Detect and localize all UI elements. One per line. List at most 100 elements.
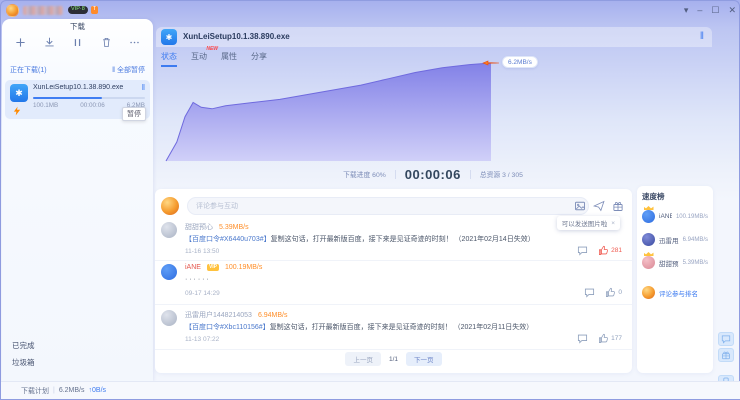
commenter-avatar [161,264,177,280]
send-icon[interactable] [593,200,605,212]
pause-icon: ‖ [112,67,115,74]
activity-gift-button[interactable] [718,348,734,362]
like-button[interactable]: 281 [598,245,622,256]
sidebar-item-completed[interactable]: 已完成 [12,340,35,351]
comment-time: 09-17 14:29 [185,290,220,297]
plan-clock-icon[interactable] [7,386,17,396]
speed-chart [153,53,713,167]
pagination: 上一页 1/1 下一页 [155,352,632,366]
rank-avatar [642,256,655,269]
commenter-avatar [161,310,177,326]
rank-username: 甜甜预心 [659,258,679,268]
vip-badge: VIP·8 [68,6,88,14]
comment-item: iANE VIP 100.19MB/s · · · · · · 09-17 14… [155,263,632,305]
rank-speed: 5.39MB/s [683,260,708,266]
reply-icon[interactable] [577,333,588,344]
feedback-button[interactable] [718,332,734,346]
task-pause-button[interactable]: ‖ [142,83,145,92]
xunlei-window: { "window": { "vip_badge": "VIP·8", "t_b… [0,0,740,400]
tooltip-close-icon[interactable]: × [611,220,615,227]
task-progress-bar [33,97,145,99]
global-up-speed: ↑0B/s [89,387,107,394]
username-blurred [23,6,63,15]
like-count: 0 [618,289,622,296]
main-menu-icon[interactable]: ▾ [684,6,689,15]
speed-rocket-icon [482,58,500,68]
comment-text: 【百度口令#X6440u703#】复制这句话，打开最新版百度，接下来是见证奇迹的… [185,234,575,244]
next-page-button[interactable]: 下一页 [406,352,442,366]
t-badge: T [91,6,98,14]
speed-rank-panel: 速度榜 iANE 100.19MB/s 迅雷用户… 6.94MB/s 甜甜预心 … [637,186,713,373]
more-button[interactable] [129,37,140,48]
detail-file-name: XunLeiSetup10.1.38.890.exe [183,32,290,41]
start-button[interactable] [44,37,55,48]
image-icon[interactable] [574,200,586,212]
rank-speed: 6.94MB/s [683,237,708,243]
rank-item: 甜甜预心 5.39MB/s [642,254,708,271]
comment-username[interactable]: iANE [185,264,201,271]
comment-time: 11-16 13:50 [185,248,219,255]
download-plan-label[interactable]: 下载计划 [21,386,49,396]
like-count: 281 [611,247,622,254]
page-indicator: 1/1 [389,356,398,363]
comment-input[interactable] [187,197,589,215]
comment-time: 11-13 07:22 [185,336,219,343]
tab-properties[interactable]: 属性 [221,51,237,67]
like-button[interactable]: 0 [605,287,622,298]
close-button[interactable]: ✕ [728,6,736,15]
sidebar-toolbar [2,34,153,51]
minimize-button[interactable]: – [697,6,702,15]
gift-icon[interactable] [612,200,624,212]
tab-download[interactable]: 下载 [2,19,153,34]
resource-label: 总资源 [480,172,500,179]
skin-icon[interactable] [664,5,675,16]
comment-text: 【百度口令#Xbc110156#】复制这句话，打开最新版百度，接下来是见证奇迹的… [185,322,575,332]
comment-username[interactable]: 甜甜预心 [185,222,213,232]
rank-speed: 100.19MB/s [676,214,708,220]
comment-text: · · · · · · [185,276,575,283]
progress-label: 下载进度 [343,172,370,179]
tab-status[interactable]: 状态 [161,51,177,67]
my-avatar [161,197,179,215]
detail-pause-button[interactable]: ‖ [700,31,704,42]
prev-page-button[interactable]: 上一页 [345,352,381,366]
new-badge: NEW [206,46,218,52]
sidebar-item-trash[interactable]: 垃圾箱 [12,357,35,368]
comment-speed: 100.19MB/s [225,264,262,271]
maximize-button[interactable]: ☐ [711,6,719,15]
comment-item: 迅雷用户1448214053 6.94MB/s 【百度口令#Xbc110156#… [155,309,632,350]
detail-tabs: 状态 互动NEW 属性 分享 [161,51,267,67]
filter-downloading[interactable]: 正在下载(1) [10,65,47,77]
progress-value: 60% [372,172,386,179]
rank-username: iANE [659,213,672,220]
pause-button[interactable] [72,37,83,48]
download-stats: 下载进度 60% 00:00:06 总资源 3 / 305 [153,165,713,183]
vip-badge: VIP [207,264,219,271]
join-rank-link[interactable]: 评论参与排名 [659,288,698,298]
task-size: 100.1MB [33,102,58,109]
speedup-flash-icon [12,106,22,116]
task-file-icon: ✱ [10,84,28,102]
new-task-button[interactable] [15,37,26,48]
user-avatar[interactable] [6,4,19,17]
resource-value: 3 / 305 [502,172,523,179]
global-down-speed: 6.2MB/s [59,387,85,394]
commenter-avatar [161,222,177,238]
comment-username[interactable]: 迅雷用户1448214053 [185,310,252,320]
task-file-name: XunLeiSetup10.1.38.890.exe [33,84,136,91]
delete-button[interactable] [101,37,112,48]
reply-icon[interactable] [584,287,595,298]
reply-icon[interactable] [577,245,588,256]
pause-all-button[interactable]: ‖ 全部暂停 [112,65,145,77]
like-button[interactable]: 177 [598,333,622,344]
task-detail-header: ✱ XunLeiSetup10.1.38.890.exe ‖ [156,27,712,47]
titlebar: VIP·8 T ▾ – ☐ ✕ [1,1,740,19]
my-rank-avatar [642,286,655,299]
tab-interact[interactable]: 互动NEW [191,51,207,67]
comment-speed: 5.39MB/s [219,224,249,231]
file-icon: ✱ [161,29,177,45]
elapsed-time: 00:00:06 [405,167,461,182]
rank-avatar [642,233,655,246]
comment-speed: 6.94MB/s [258,312,288,319]
tab-share[interactable]: 分享 [251,51,267,67]
